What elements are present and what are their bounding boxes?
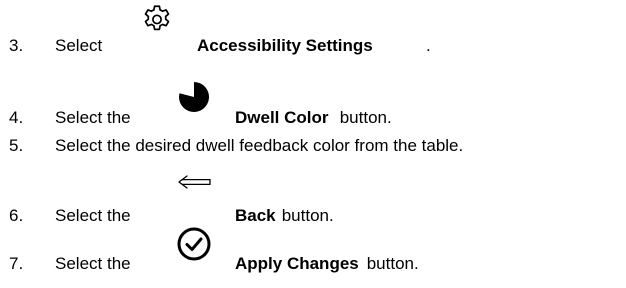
step-text: Select the: [55, 252, 131, 276]
step-number: 3.: [9, 36, 24, 55]
gear-icon: [144, 5, 170, 31]
step-5: 5. Select the desired dwell feedback col…: [0, 134, 626, 158]
checkmark-circle-icon: [177, 227, 211, 261]
step-text: Select the desired dwell feedback color …: [55, 136, 464, 155]
step-text-before: Select the: [55, 254, 131, 273]
back-arrow-icon: [178, 175, 211, 189]
dwell-color-label: Dwell Color: [235, 108, 329, 127]
back-label: Back: [235, 206, 276, 225]
step-text-after: .: [426, 36, 431, 55]
step-text: Select the: [55, 106, 131, 130]
apply-changes-label: Apply Changes: [235, 254, 359, 273]
step-text: Select the: [55, 204, 131, 228]
step-text-after: button.: [362, 254, 419, 273]
accessibility-settings-label: Accessibility Settings: [197, 36, 373, 55]
step-text-before: Select the: [55, 206, 131, 225]
step-text-after: button.: [277, 206, 334, 225]
dwell-pie-icon: [179, 82, 210, 112]
step-text: Select: [55, 34, 102, 58]
step-text-after: button.: [335, 108, 392, 127]
step-number: 5.: [9, 136, 24, 155]
step-number: 7.: [9, 254, 24, 273]
step-number: 4.: [9, 108, 24, 127]
step-number: 6.: [9, 206, 24, 225]
step-text-before: Select: [55, 36, 103, 55]
step-text-before: Select the: [55, 108, 131, 127]
